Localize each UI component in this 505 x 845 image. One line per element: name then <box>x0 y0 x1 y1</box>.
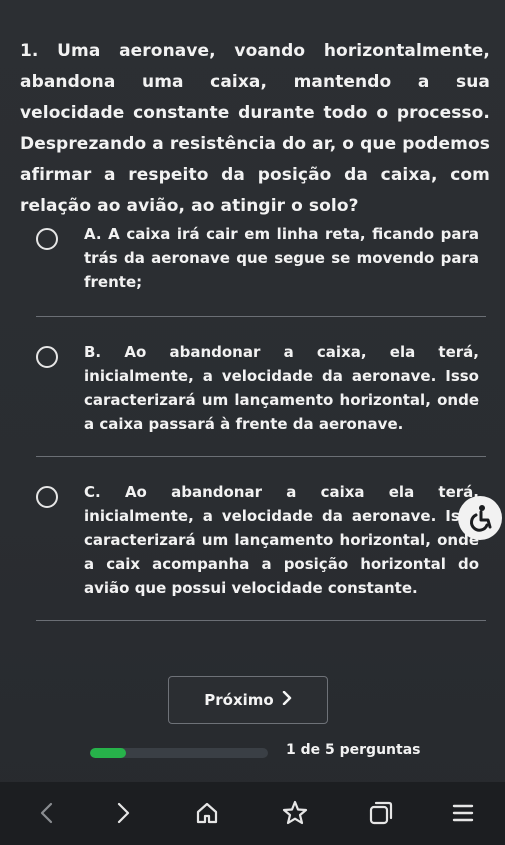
quiz-page: 1. Uma aeronave, voando horizontalmente,… <box>0 0 505 845</box>
option-a[interactable]: A. A caixa irá cair em linha reta, fican… <box>36 222 486 292</box>
option-c-text: C. Ao abandonar a caixa ela terá, inicia… <box>84 483 479 597</box>
back-icon[interactable] <box>32 798 62 828</box>
next-button-label: Próximo <box>204 691 274 709</box>
star-icon[interactable] <box>280 798 310 828</box>
next-button[interactable]: Próximo <box>168 676 328 724</box>
option-c[interactable]: C. Ao abandonar a caixa ela terá, inicia… <box>36 480 486 602</box>
option-a-radio[interactable] <box>36 228 58 250</box>
progress-bar <box>90 748 268 758</box>
divider <box>36 316 486 317</box>
option-c-radio[interactable] <box>36 486 58 508</box>
home-icon[interactable] <box>192 798 222 828</box>
forward-icon[interactable] <box>108 798 138 828</box>
option-b-text: B. Ao abandonar a caixa, ela terá, inici… <box>84 343 479 433</box>
divider <box>36 620 486 621</box>
browser-nav-bar <box>0 782 505 845</box>
question-text: 1. Uma aeronave, voando horizontalmente,… <box>20 41 490 216</box>
chevron-right-icon <box>282 690 292 709</box>
progress-fill <box>90 748 126 758</box>
menu-icon[interactable] <box>448 798 478 828</box>
tabs-icon[interactable] <box>366 798 396 828</box>
option-b[interactable]: B. Ao abandonar a caixa, ela terá, inici… <box>36 340 486 436</box>
option-a-text: A. A caixa irá cair em linha reta, fican… <box>84 225 479 291</box>
divider <box>36 456 486 457</box>
accessibility-icon[interactable] <box>458 496 502 540</box>
progress-text: 1 de 5 perguntas <box>286 742 421 758</box>
option-b-radio[interactable] <box>36 346 58 368</box>
